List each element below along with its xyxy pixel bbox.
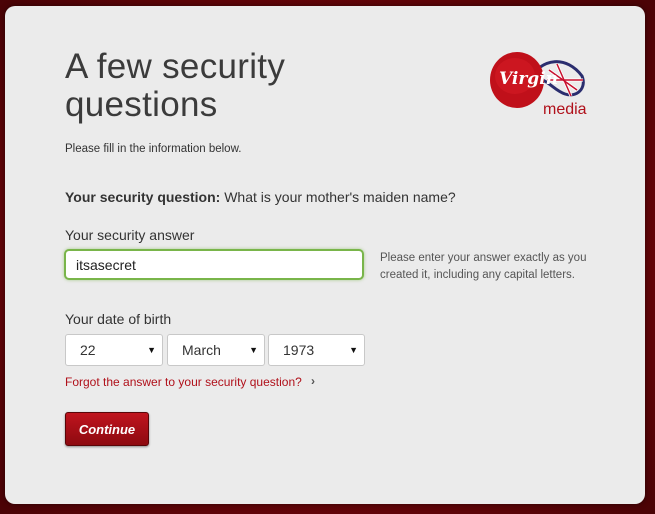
chevron-down-icon: ▼ xyxy=(249,345,258,355)
intro-text: Please fill in the information below. xyxy=(65,143,242,155)
page-title: A few security questions xyxy=(65,47,286,124)
continue-button[interactable]: Continue xyxy=(65,412,149,446)
answer-hint: Please enter your answer exactly as you … xyxy=(380,252,587,281)
virgin-media-logo: Virgin media xyxy=(487,46,587,118)
security-question: Your security question: What is your mot… xyxy=(65,189,456,205)
svg-text:Virgin: Virgin xyxy=(499,69,558,89)
security-questions-panel: A few security questions Virgin media Pl… xyxy=(5,6,645,504)
dob-month-value: March xyxy=(182,342,221,358)
chevron-right-icon: › xyxy=(311,374,315,388)
svg-text:media: media xyxy=(543,101,587,118)
security-answer-label: Your security answer xyxy=(65,227,195,243)
security-question-text: What is your mother's maiden name? xyxy=(224,189,456,205)
dob-month-select[interactable]: March ▼ xyxy=(167,334,265,366)
chevron-down-icon: ▼ xyxy=(349,345,358,355)
dob-day-select[interactable]: 22 ▼ xyxy=(65,334,163,366)
dob-year-value: 1973 xyxy=(283,342,315,358)
security-answer-input[interactable] xyxy=(64,249,364,280)
dob-label: Your date of birth xyxy=(65,311,172,327)
forgot-answer-link[interactable]: Forgot the answer to your security quest… xyxy=(65,375,302,389)
security-question-label: Your security question: xyxy=(65,189,221,205)
dob-day-value: 22 xyxy=(80,342,96,358)
chevron-down-icon: ▼ xyxy=(147,345,156,355)
dob-year-select[interactable]: 1973 ▼ xyxy=(268,334,365,366)
